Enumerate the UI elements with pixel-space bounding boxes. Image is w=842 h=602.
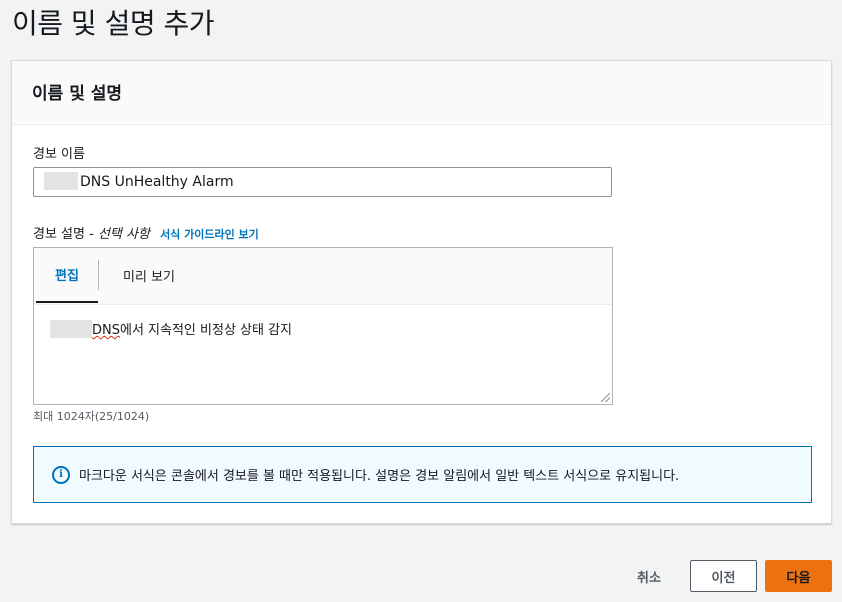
description-textarea[interactable]: DNS에서 지속적인 비정상 상태 감지 (34, 305, 612, 338)
page-title: 이름 및 설명 추가 (12, 7, 215, 40)
description-editor: 편집 미리 보기 DNS에서 지속적인 비정상 상태 감지 (33, 247, 613, 405)
redacted-text (44, 171, 78, 190)
info-alert-text: 마크다운 서식은 콘솔에서 경보를 볼 때만 적용됩니다. 설명은 경보 알림에… (79, 469, 680, 484)
panel-header: 이름 및 설명 (12, 61, 831, 125)
tab-divider (98, 260, 99, 290)
tab-preview[interactable]: 미리 보기 (114, 248, 184, 303)
name-description-panel: 이름 및 설명 경보 이름 DNS UnHealthy Alarm 경보 설명 … (11, 60, 832, 524)
optional-text: 선택 사항 (97, 227, 150, 242)
description-value: 에서 지속적인 비정상 상태 감지 (120, 323, 293, 338)
info-alert: i 마크다운 서식은 콘솔에서 경보를 볼 때만 적용됩니다. 설명은 경보 알… (33, 446, 812, 503)
alarm-name-value: DNS UnHealthy Alarm (80, 174, 234, 190)
editor-tabs: 편집 미리 보기 (34, 248, 612, 305)
alarm-name-label: 경보 이름 (33, 147, 85, 162)
panel-title: 이름 및 설명 (32, 84, 123, 104)
description-label-text: 경보 설명 - (33, 227, 98, 242)
alarm-description-label: 경보 설명 - 선택 사항 서식 가이드라인 보기 (33, 223, 259, 242)
cancel-button[interactable]: 취소 (622, 560, 676, 592)
redacted-text (50, 319, 92, 338)
character-count: 최대 1024자(25/1024) (33, 410, 150, 423)
previous-button[interactable]: 이전 (690, 560, 757, 592)
next-button[interactable]: 다음 (765, 560, 832, 592)
formatting-guide-link[interactable]: 서식 가이드라인 보기 (160, 228, 259, 241)
info-icon: i (52, 465, 70, 484)
resize-handle[interactable] (601, 393, 610, 402)
spellcheck-word: DNS (92, 323, 120, 338)
tab-edit[interactable]: 편집 (36, 248, 98, 303)
alarm-name-input[interactable]: DNS UnHealthy Alarm (33, 167, 612, 197)
